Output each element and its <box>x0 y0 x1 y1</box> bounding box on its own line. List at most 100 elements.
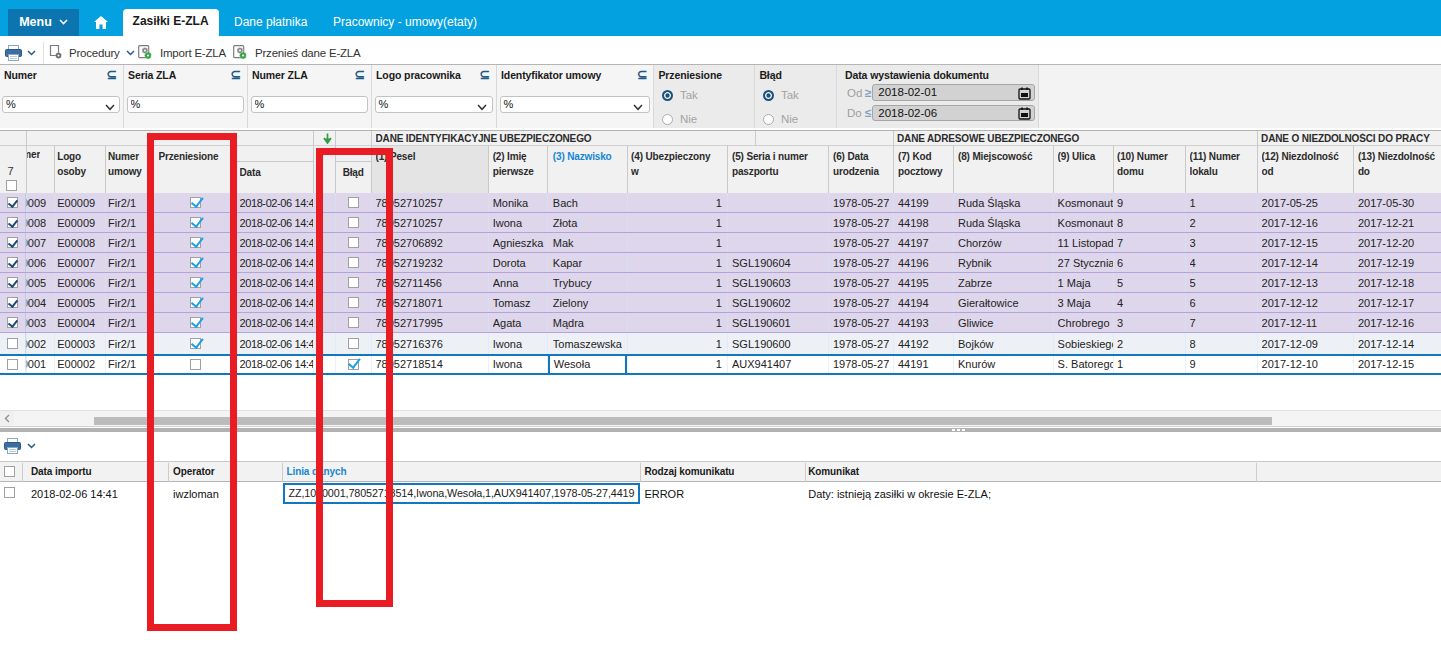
column-header-imie[interactable]: (2) Imię pierwsze <box>493 149 545 179</box>
column-header-blad[interactable]: Błąd <box>335 165 371 180</box>
menu-button[interactable]: Menu <box>8 9 79 36</box>
cell-blad[interactable] <box>335 273 371 292</box>
column-header-nazwisko[interactable]: (3) Nazwisko <box>553 149 624 164</box>
date-od-input[interactable]: 2018-02-01 <box>872 84 1035 101</box>
column-header-ubezpieczony[interactable]: (4) Ubezpieczony w <box>631 149 716 179</box>
column-header-przeniesione[interactable]: Przeniesione <box>159 149 234 164</box>
column-header-dom[interactable]: (10) Numer domu <box>1117 149 1182 179</box>
cell-blad[interactable] <box>335 233 371 252</box>
grid-row[interactable]: 1000008E00009Fir2/12018-02-06 14:4178052… <box>0 213 1441 233</box>
column-header-kod[interactable]: (7) Kod pocztowy <box>898 149 950 179</box>
cell-blad[interactable] <box>335 313 371 332</box>
print-dropdown-button[interactable] <box>27 41 36 65</box>
grid-row[interactable]: 1000009E00009Fir2/12018-02-06 14:4178052… <box>0 193 1441 213</box>
cell-przeniesione[interactable] <box>153 356 239 373</box>
bottom-row-select[interactable] <box>4 487 15 499</box>
row-select-checkbox[interactable] <box>6 356 19 373</box>
calendar-icon[interactable] <box>1018 107 1031 120</box>
radio-przeniesione-tak[interactable]: Tak <box>662 89 698 101</box>
column-header-urodzenia[interactable]: (6) Data urodzenia <box>833 149 890 179</box>
scrollbar-thumb[interactable] <box>94 417 1272 425</box>
grid-row[interactable]: 1000004E00005Fir2/12018-02-06 14:4178052… <box>0 293 1441 313</box>
row-select-checkbox[interactable] <box>6 193 19 212</box>
column-header-data[interactable]: Data <box>240 165 314 180</box>
select-all-checkbox[interactable] <box>6 180 17 191</box>
print-button[interactable] <box>5 41 22 65</box>
cell-przeniesione[interactable] <box>153 253 239 272</box>
cell-blad[interactable] <box>335 356 371 373</box>
filter-seria-zla-input[interactable] <box>127 96 244 113</box>
procedury-button[interactable]: Procedury <box>49 41 135 65</box>
bottom-print-button[interactable] <box>4 437 21 455</box>
calendar-icon[interactable] <box>1018 87 1031 100</box>
column-header-ulica[interactable]: (9) Ulica <box>1058 149 1110 164</box>
cell-blad[interactable] <box>335 193 371 212</box>
cell-blad[interactable] <box>335 293 371 312</box>
przenies-dane-button[interactable]: Przenieś dane E-ZLA <box>233 41 361 65</box>
subset-operator-icon[interactable]: ⊆ <box>637 67 647 82</box>
column-header-od[interactable]: (12) Niezdolność od <box>1262 149 1342 179</box>
subset-operator-icon[interactable]: ⊆ <box>355 67 365 82</box>
import-e-zla-button[interactable]: Import E-ZLA <box>138 41 226 65</box>
cell-przeniesione[interactable] <box>153 313 239 332</box>
grid-splitter[interactable] <box>0 428 1441 433</box>
grid-row[interactable]: 1000006E00007Fir2/12018-02-06 14:4178052… <box>0 253 1441 273</box>
row-select-checkbox[interactable] <box>6 213 19 232</box>
filter-numer-zla-input[interactable] <box>251 96 368 113</box>
cell-blad[interactable] <box>335 253 371 272</box>
cell-nazwisko-editbox[interactable]: Wesoła <box>548 354 627 375</box>
bottom-column-header-operator[interactable]: Operator <box>173 462 282 481</box>
column-header-logo[interactable]: Logo osoby <box>57 149 102 179</box>
cell-blad[interactable] <box>335 333 371 354</box>
grid-row[interactable]: 1000002E00003Fir2/12018-02-06 14:4178052… <box>0 333 1441 354</box>
cell-przeniesione[interactable] <box>153 193 239 212</box>
column-header-pesel[interactable]: (1) Pesel <box>376 149 485 164</box>
tab-dane-platnika[interactable]: Dane płatnika <box>234 8 307 36</box>
tab-pracownicy-umowy[interactable]: Pracownicy - umowy(etaty) <box>333 8 477 36</box>
cell-blad[interactable] <box>335 213 371 232</box>
filter-identyfikator-select[interactable]: % <box>500 96 650 113</box>
cell-przeniesione[interactable] <box>153 333 239 354</box>
filter-numer-select[interactable]: % <box>2 96 120 113</box>
bottom-column-header-linia[interactable]: Linia danych <box>287 462 641 481</box>
bottom-print-dropdown-button[interactable] <box>27 437 36 455</box>
grid-row[interactable]: 1000001E00002Fir2/12018-02-06 14:4178052… <box>0 354 1441 375</box>
home-button[interactable] <box>90 9 112 36</box>
row-select-checkbox[interactable] <box>6 273 19 292</box>
column-header-seria[interactable]: (5) Seria i numer paszportu <box>732 149 825 179</box>
cell-przeniesione[interactable] <box>153 293 239 312</box>
grid-row[interactable]: 1000007E00008Fir2/12018-02-06 14:4178052… <box>0 233 1441 253</box>
bottom-column-header-rodzaj[interactable]: Rodzaj komunikatu <box>644 462 804 481</box>
row-select-checkbox[interactable] <box>6 253 19 272</box>
radio-blad-tak[interactable]: Tak <box>763 89 799 101</box>
column-header-miejscowosc[interactable]: (8) Miejscowość <box>958 149 1050 164</box>
column-header-lokal[interactable]: (11) Numer lokalu <box>1190 149 1254 179</box>
bottom-grid-row[interactable]: 2018-02-06 14:41iwzlomanZZ,1000001,78052… <box>0 483 1441 504</box>
subset-operator-icon[interactable]: ⊆ <box>231 67 241 82</box>
grid-row[interactable]: 1000003E00004Fir2/12018-02-06 14:4178052… <box>0 313 1441 333</box>
radio-przeniesione-nie[interactable]: Nie <box>662 113 697 125</box>
tab-zasilki-e-zla[interactable]: Zasiłki E-ZLA <box>123 9 219 39</box>
column-header-umowa[interactable]: Numer umowy <box>108 149 145 179</box>
row-select-checkbox[interactable] <box>6 333 19 354</box>
filter-logo-select[interactable]: % <box>375 96 493 113</box>
date-do-input[interactable]: 2018-02-06 <box>872 105 1035 122</box>
grid-row[interactable]: 1000005E00006Fir2/12018-02-06 14:4178052… <box>0 273 1441 293</box>
radio-blad-nie[interactable]: Nie <box>763 113 798 125</box>
cell-przeniesione[interactable] <box>153 273 239 292</box>
horizontal-scrollbar[interactable] <box>0 410 1441 427</box>
bottom-column-header-data_importu[interactable]: Data importu <box>31 462 168 481</box>
bottom-column-header-komunikat[interactable]: Komunikat <box>808 462 1256 481</box>
row-select-checkbox[interactable] <box>6 293 19 312</box>
row-select-checkbox[interactable] <box>6 313 19 332</box>
subset-operator-icon[interactable]: ⊆ <box>107 67 117 82</box>
subset-operator-icon[interactable]: ⊆ <box>480 67 490 82</box>
scroll-left-button[interactable] <box>0 411 14 427</box>
cell-przeniesione[interactable] <box>153 213 239 232</box>
column-header-do[interactable]: (13) Niezdolność do <box>1358 149 1438 179</box>
cell-przeniesione[interactable] <box>153 233 239 252</box>
row-select-checkbox[interactable] <box>6 233 19 252</box>
column-header-numer[interactable]: Numer <box>26 148 41 161</box>
linia-danych-editbox[interactable]: ZZ,1000001,78052718514,Iwona,Wesoła,1,AU… <box>283 483 640 505</box>
bottom-select-all-checkbox[interactable] <box>4 466 15 477</box>
